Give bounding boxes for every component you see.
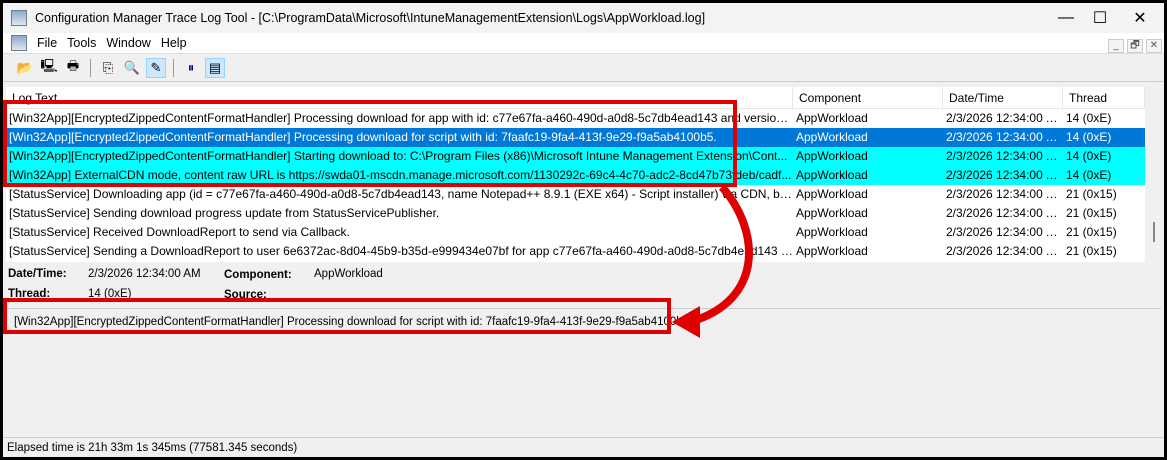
datetime-cell: 2/3/2026 12:34:00 AM xyxy=(946,206,1063,220)
datetime-cell: 2/3/2026 12:34:00 AM xyxy=(946,111,1063,125)
thread-cell: 21 (0x15) xyxy=(1066,187,1117,201)
status-bar: Elapsed time is 21h 33m 1s 345ms (77581.… xyxy=(3,437,1164,457)
log-row[interactable]: [Win32App][EncryptedZippedContentFormatH… xyxy=(6,109,1145,128)
log-row[interactable]: [StatusService] Received DownloadReport … xyxy=(6,223,1145,242)
datetime-cell: 2/3/2026 12:34:00 AM xyxy=(946,187,1063,201)
thread-label: Thread: xyxy=(8,288,51,300)
menu-help[interactable]: Help xyxy=(161,36,187,50)
open-folder-icon[interactable]: 📂 xyxy=(15,58,35,78)
datetime-cell: 2/3/2026 12:34:00 AM xyxy=(946,149,1063,163)
datetime-label: Date/Time: xyxy=(8,268,67,280)
document-icon[interactable] xyxy=(11,35,27,51)
component-cell: AppWorkload xyxy=(796,149,868,163)
log-text-cell: [Win32App][EncryptedZippedContentFormatH… xyxy=(9,111,793,125)
component-cell: AppWorkload xyxy=(796,244,868,258)
log-row[interactable]: [StatusService] Downloading app (id = c7… xyxy=(6,185,1145,204)
trace-log-window: Configuration Manager Trace Log Tool - [… xyxy=(3,3,1164,457)
log-row[interactable]: [Win32App][EncryptedZippedContentFormatH… xyxy=(6,147,1145,166)
component-cell: AppWorkload xyxy=(796,187,868,201)
toolbar-separator xyxy=(90,58,91,77)
message-pane[interactable]: [Win32App][EncryptedZippedContentFormatH… xyxy=(6,308,1161,438)
column-log-text[interactable]: Log Text xyxy=(6,87,793,108)
vertical-scrollbar[interactable] xyxy=(1145,87,1164,262)
datetime-cell: 2/3/2026 12:34:00 AM xyxy=(946,168,1063,182)
log-text-cell: [StatusService] Sending download progres… xyxy=(9,206,440,220)
menu-file[interactable]: File xyxy=(37,36,57,50)
column-thread[interactable]: Thread xyxy=(1063,87,1145,108)
column-datetime[interactable]: Date/Time xyxy=(943,87,1063,108)
thread-cell: 14 (0xE) xyxy=(1066,130,1112,144)
thread-cell: 21 (0x15) xyxy=(1066,225,1117,239)
menu-window[interactable]: Window xyxy=(106,36,150,50)
thread-cell: 14 (0xE) xyxy=(1066,149,1112,163)
log-text-cell: [StatusService] Downloading app (id = c7… xyxy=(9,187,793,201)
component-cell: AppWorkload xyxy=(796,206,868,220)
column-component[interactable]: Component xyxy=(793,87,943,108)
mdi-close-button[interactable]: ✕ xyxy=(1146,39,1162,53)
pause-icon[interactable]: ⏸ xyxy=(181,58,201,78)
window-title: Configuration Manager Trace Log Tool - [… xyxy=(35,11,706,25)
log-row[interactable]: [Win32App] ExternalCDN mode, content raw… xyxy=(6,166,1145,185)
highlight-icon[interactable]: ✎ xyxy=(146,57,166,78)
log-list: Log Text Component Date/Time Thread [Win… xyxy=(6,87,1145,262)
log-text-cell: [Win32App][EncryptedZippedContentFormatH… xyxy=(9,149,788,163)
app-icon xyxy=(11,10,27,26)
datetime-cell: 2/3/2026 12:34:00 AM xyxy=(946,244,1063,258)
details-pane-icon[interactable]: ▤ xyxy=(205,57,225,78)
thread-cell: 21 (0x15) xyxy=(1066,206,1117,220)
component-cell: AppWorkload xyxy=(796,111,868,125)
log-text-cell: [StatusService] Received DownloadReport … xyxy=(9,225,350,239)
mdi-restore-button[interactable]: 🗗 xyxy=(1127,39,1143,53)
datetime-cell: 2/3/2026 12:34:00 AM xyxy=(946,225,1063,239)
datetime-cell: 2/3/2026 12:34:00 AM xyxy=(946,130,1063,144)
scrollbar-thumb[interactable] xyxy=(1153,222,1155,242)
computer-icon[interactable]: 🖳 xyxy=(39,58,59,78)
thread-cell: 21 (0x15) xyxy=(1066,244,1117,258)
component-cell: AppWorkload xyxy=(796,225,868,239)
log-row[interactable]: [Win32App][EncryptedZippedContentFormatH… xyxy=(6,128,1145,147)
print-icon[interactable]: 🖶 xyxy=(63,58,83,78)
mdi-minimize-button[interactable]: _ xyxy=(1108,39,1124,53)
toolbar: 📂 🖳 🖶 ⎘ 🔍 ✎ ⏸ ▤ xyxy=(3,54,1164,82)
find-icon[interactable]: 🔍 xyxy=(122,58,142,78)
component-label: Component: xyxy=(224,269,292,281)
details-pane: Date/Time: 2/3/2026 12:34:00 AM Componen… xyxy=(6,265,1156,305)
title-bar: Configuration Manager Trace Log Tool - [… xyxy=(3,3,1164,33)
menu-bar: File Tools Window Help xyxy=(3,33,1164,54)
menu-tools[interactable]: Tools xyxy=(67,36,96,50)
log-row[interactable]: [StatusService] Sending download progres… xyxy=(6,204,1145,223)
thread-cell: 14 (0xE) xyxy=(1066,168,1112,182)
list-header: Log Text Component Date/Time Thread xyxy=(6,87,1145,109)
log-row[interactable]: [StatusService] Sending a DownloadReport… xyxy=(6,242,1145,261)
log-text-cell: [StatusService] Sending a DownloadReport… xyxy=(9,244,793,258)
log-text-cell: [Win32App] ExternalCDN mode, content raw… xyxy=(9,168,792,182)
thread-cell: 14 (0xE) xyxy=(1066,111,1112,125)
component-value: AppWorkload xyxy=(314,268,383,280)
copy-icon[interactable]: ⎘ xyxy=(98,58,118,78)
thread-value: 14 (0xE) xyxy=(88,288,132,300)
close-button[interactable]: ✕ xyxy=(1117,3,1163,33)
source-label: Source: xyxy=(224,289,267,301)
component-cell: AppWorkload xyxy=(796,168,868,182)
toolbar-separator xyxy=(173,58,174,77)
log-text-cell: [Win32App][EncryptedZippedContentFormatH… xyxy=(9,130,717,144)
component-cell: AppWorkload xyxy=(796,130,868,144)
datetime-value: 2/3/2026 12:34:00 AM xyxy=(88,268,201,280)
